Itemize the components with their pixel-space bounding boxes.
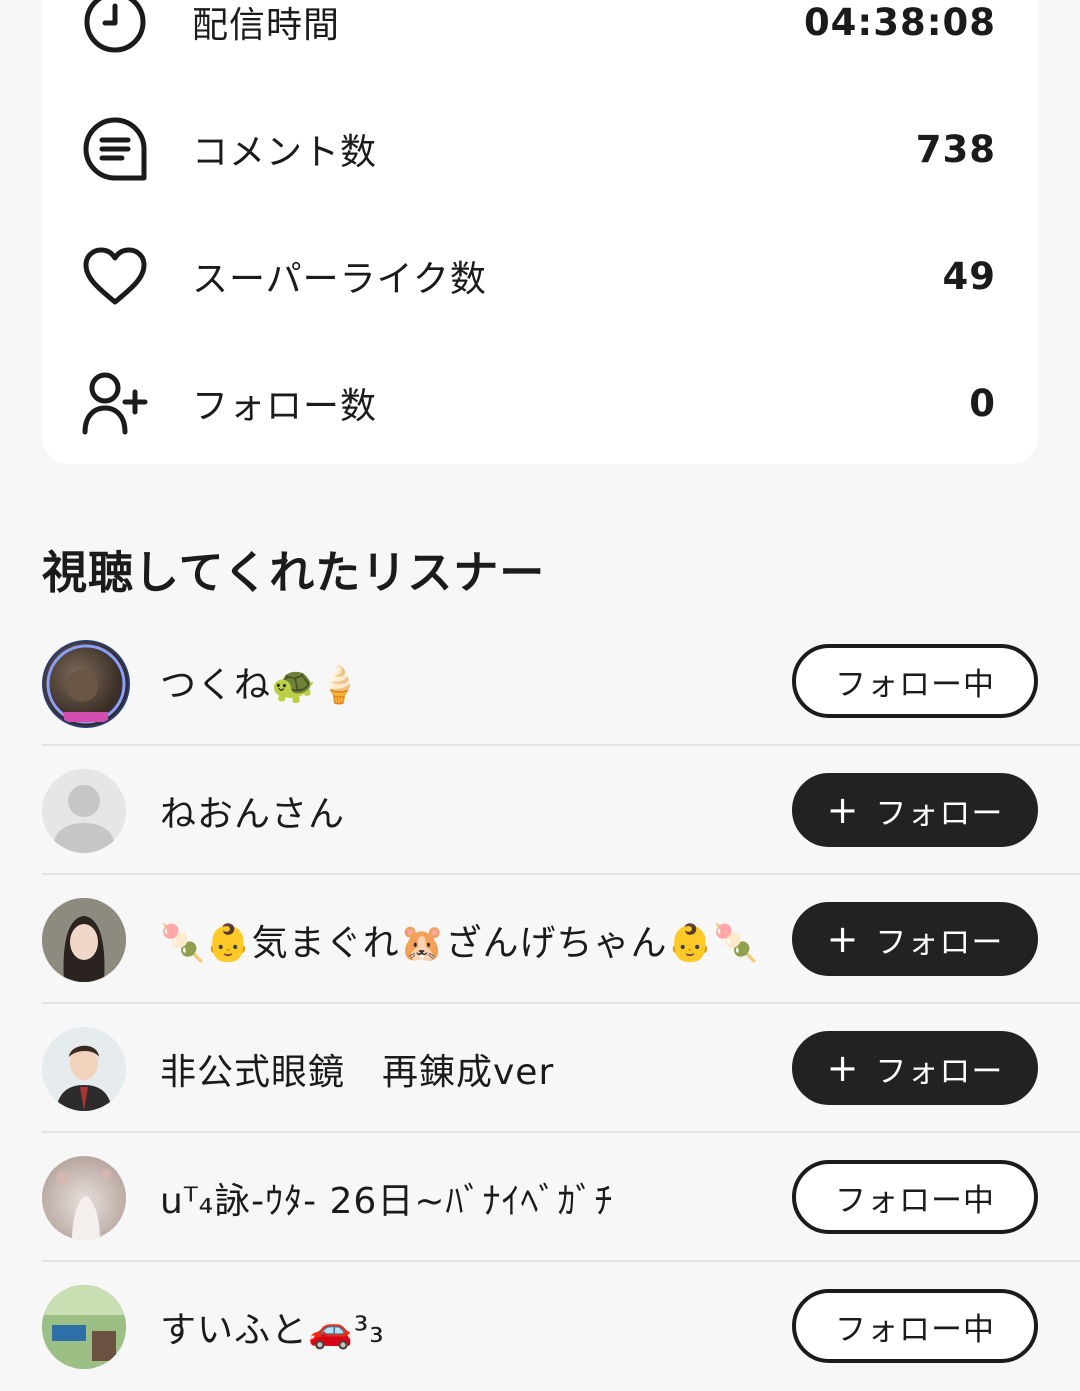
plus-icon: +	[826, 917, 860, 961]
listener-name[interactable]: 非公式眼鏡 再錬成ver	[160, 1043, 554, 1095]
listener-name[interactable]: つくね🐢🍦	[160, 656, 363, 708]
heart-icon	[80, 241, 150, 311]
stat-row-follows: フォロー数 0	[42, 363, 1038, 443]
divider	[42, 1260, 1080, 1262]
divider	[42, 1002, 1080, 1004]
follow-button[interactable]: + フォロー	[792, 773, 1038, 847]
follow-button-label: フォロー中	[835, 1182, 995, 1219]
avatar[interactable]	[42, 640, 130, 728]
stat-label: 配信時間	[192, 5, 341, 46]
stat-row-comments: コメント数 738	[42, 109, 1038, 189]
stat-label: コメント数	[192, 132, 378, 173]
follow-button-label: フォロー	[875, 795, 1004, 832]
listener-name[interactable]: 🍡👶気まぐれ🐹ざんげちゃん👶🍡	[160, 914, 759, 966]
follow-button[interactable]: + フォロー	[792, 902, 1038, 976]
avatar[interactable]	[42, 769, 126, 853]
following-button[interactable]: フォロー中	[792, 1289, 1038, 1363]
add-user-icon	[80, 368, 150, 438]
following-button[interactable]: フォロー中	[792, 644, 1038, 718]
stat-value: 04:38:08	[803, 0, 996, 44]
avatar[interactable]	[42, 1027, 126, 1111]
stats-card: 配信時間 04:38:08 コメント数 738 スーパーライク数 49 フォロー…	[42, 0, 1038, 464]
list-item: すいふと🚗³₃ フォロー中	[42, 1263, 1080, 1391]
avatar[interactable]	[42, 898, 126, 982]
follow-button-label: フォロー	[875, 1053, 1004, 1090]
divider	[42, 1131, 1080, 1133]
stat-value: 738	[915, 127, 996, 171]
follow-button-label: フォロー中	[835, 1311, 995, 1348]
divider	[42, 744, 1080, 746]
plus-icon: +	[826, 788, 860, 832]
list-item: 🍡👶気まぐれ🐹ざんげちゃん👶🍡 + フォロー	[42, 876, 1080, 1004]
clock-icon	[80, 0, 150, 57]
list-item: 非公式眼鏡 再錬成ver + フォロー	[42, 1005, 1080, 1133]
list-item: uᵀ₄詠-ｳﾀ- 26日~ﾊﾞﾅｲﾍﾞｶﾞﾁ フォロー中	[42, 1134, 1080, 1262]
list-item: ねおんさん + フォロー	[42, 747, 1080, 875]
plus-icon: +	[826, 1046, 860, 1090]
listener-name[interactable]: ねおんさん	[160, 785, 345, 837]
follow-button-label: フォロー中	[835, 666, 995, 703]
divider	[42, 873, 1080, 875]
avatar[interactable]	[42, 1285, 126, 1369]
following-button[interactable]: フォロー中	[792, 1160, 1038, 1234]
comment-icon	[80, 114, 150, 184]
stat-row-superlikes: スーパーライク数 49	[42, 236, 1038, 316]
stat-row-stream-time: 配信時間 04:38:08	[42, 0, 1038, 62]
list-item: つくね🐢🍦 フォロー中	[42, 618, 1080, 746]
follow-button-label: フォロー	[875, 924, 1004, 961]
follow-button[interactable]: + フォロー	[792, 1031, 1038, 1105]
listener-name[interactable]: すいふと🚗³₃	[160, 1301, 385, 1353]
listener-name[interactable]: uᵀ₄詠-ｳﾀ- 26日~ﾊﾞﾅｲﾍﾞｶﾞﾁ	[160, 1172, 614, 1224]
stat-label: スーパーライク数	[192, 259, 487, 300]
section-title: 視聴してくれたリスナー	[42, 546, 546, 599]
stat-value: 0	[969, 381, 996, 425]
stat-label: フォロー数	[192, 386, 378, 427]
stat-value: 49	[942, 254, 996, 298]
avatar[interactable]	[42, 1156, 126, 1240]
